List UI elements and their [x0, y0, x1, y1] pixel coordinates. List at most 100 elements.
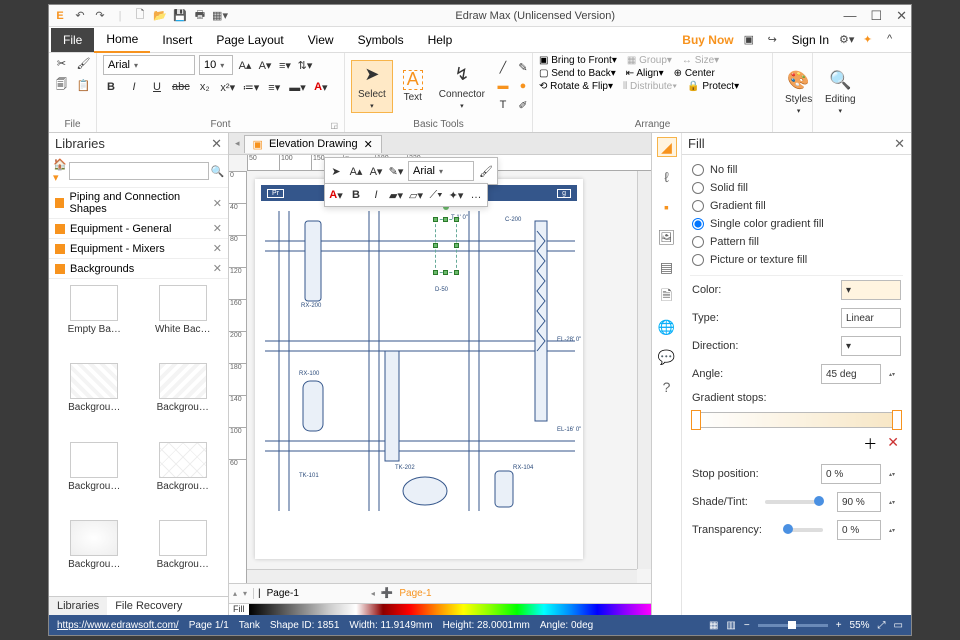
fit-icon[interactable]: ⤢ — [878, 620, 886, 631]
ft-border-icon[interactable]: ▱▾ — [408, 187, 424, 203]
bring-to-front-button[interactable]: ▣ Bring to Front▾ — [539, 55, 617, 66]
pencil-icon[interactable]: ✎ — [515, 59, 531, 75]
library-category[interactable]: Equipment - Mixers✕ — [49, 239, 228, 259]
gradient-stop-handle[interactable] — [691, 410, 701, 430]
radio-no-fill[interactable]: No fill — [692, 161, 901, 179]
add-page-icon[interactable]: ➕ — [381, 588, 393, 599]
tab-page-layout[interactable]: Page Layout — [204, 28, 295, 52]
ft-line-icon[interactable]: ⟋▾ — [428, 187, 444, 203]
ft-shrink-font-icon[interactable]: A▾ — [368, 163, 384, 179]
remove-category-icon[interactable]: ✕ — [213, 222, 222, 235]
zoom-in-icon[interactable]: + — [836, 620, 842, 631]
clipboard-icon[interactable]: 📋 — [76, 77, 92, 93]
grow-font-icon[interactable]: A▴ — [237, 57, 253, 73]
shade-slider[interactable] — [765, 500, 824, 504]
collapse-ribbon-icon[interactable]: ^ — [887, 33, 901, 47]
font-dialog-icon[interactable]: ◲ — [330, 121, 338, 130]
subscript-icon[interactable]: x₂ — [197, 79, 213, 95]
close-libraries-icon[interactable]: ✕ — [211, 136, 222, 152]
radio-solid-fill[interactable]: Solid fill — [692, 179, 901, 197]
tab-scroll-left-icon[interactable]: ◂ — [231, 138, 244, 149]
library-item[interactable]: Backgrou… — [55, 442, 134, 512]
angle-input[interactable]: 45 deg — [821, 364, 881, 384]
save-icon[interactable]: 💾 — [173, 9, 187, 23]
fill-tab-icon[interactable]: ◢ — [657, 137, 677, 157]
library-item[interactable]: Backgrou… — [144, 442, 223, 512]
picture-tab-icon[interactable]: 🖼 — [657, 227, 677, 247]
center-button[interactable]: ⊕ Center — [674, 68, 715, 79]
selected-shape[interactable] — [435, 219, 457, 273]
canvas[interactable]: 50100150×180220 040801201602001801401006… — [229, 155, 651, 583]
radio-gradient-fill[interactable]: Gradient fill — [692, 197, 901, 215]
ft-fill-icon[interactable]: ▰▾ — [388, 187, 404, 203]
trans-input[interactable]: 0 % — [837, 520, 881, 540]
group-button[interactable]: ▦ Group▾ — [627, 55, 672, 66]
ft-bold-icon[interactable]: B — [348, 187, 364, 203]
view-normal-icon[interactable]: ▥ — [726, 620, 735, 631]
gear-icon[interactable]: ⚙▾ — [839, 33, 853, 47]
remove-stop-icon[interactable]: ✕ — [887, 434, 899, 454]
library-item[interactable]: Empty Ba… — [55, 285, 134, 355]
font-color-icon[interactable]: A▾ — [313, 79, 329, 95]
text-shape-icon[interactable]: T — [495, 97, 511, 113]
editing-button[interactable]: 🔍Editing▾ — [819, 66, 862, 117]
tab-symbols[interactable]: Symbols — [346, 28, 416, 52]
ft-font-color-icon[interactable]: A▾ — [328, 187, 344, 203]
undo-icon[interactable]: ↶ — [73, 9, 87, 23]
ft-format-painter-icon[interactable]: 🖌 — [478, 163, 494, 179]
font-name-select[interactable]: Arial — [103, 55, 195, 75]
align-menu-icon[interactable]: ≡▾ — [277, 57, 293, 73]
highlighter-icon[interactable]: ✐ — [515, 97, 531, 113]
angle-spinner[interactable]: ▴▾ — [889, 371, 901, 378]
maximize-icon[interactable]: ☐ — [870, 8, 882, 24]
radio-pattern-fill[interactable]: Pattern fill — [692, 233, 901, 251]
drawing-page[interactable]: Prg — [255, 179, 583, 559]
italic-icon[interactable]: I — [126, 79, 142, 95]
web-tab-icon[interactable]: 🌐 — [657, 317, 677, 337]
ft-tools-icon[interactable]: ✦▾ — [448, 187, 464, 203]
numbering-icon[interactable]: ≡▾ — [266, 79, 282, 95]
tab-insert[interactable]: Insert — [150, 28, 204, 52]
close-fill-panel-icon[interactable]: ✕ — [894, 136, 905, 152]
chat-tab-icon[interactable]: 💬 — [657, 347, 677, 367]
ft-pointer-icon[interactable]: ➤ — [328, 163, 344, 179]
buy-now-link[interactable]: Buy Now — [682, 33, 733, 47]
layout-tab-icon[interactable]: ▤ — [657, 257, 677, 277]
trans-spinner[interactable]: ▴▾ — [889, 527, 901, 534]
library-item[interactable]: White Bac… — [144, 285, 223, 355]
line-shape-icon[interactable]: ╱ — [495, 59, 511, 75]
bullets-icon[interactable]: ≔▾ — [243, 79, 260, 95]
select-tool[interactable]: ➤Select▾ — [351, 60, 393, 113]
home-icon[interactable]: 🏠▾ — [53, 158, 67, 184]
send-to-back-button[interactable]: ▢ Send to Back▾ — [539, 68, 616, 79]
spacing-icon[interactable]: ⇅▾ — [297, 57, 313, 73]
align-button[interactable]: ⇤ Align▾ — [626, 68, 664, 79]
stop-pos-spinner[interactable]: ▴▾ — [889, 471, 901, 478]
tab-view[interactable]: View — [296, 28, 346, 52]
print-icon[interactable]: 🖶 — [193, 9, 207, 23]
ft-grow-font-icon[interactable]: A▴ — [348, 163, 364, 179]
open-icon[interactable]: 📂 — [153, 9, 167, 23]
redo-icon[interactable]: ↷ — [93, 9, 107, 23]
library-item[interactable]: Backgrou… — [55, 520, 134, 590]
library-category[interactable]: Backgrounds✕ — [49, 259, 228, 279]
page-tab-icon[interactable]: 🗎 — [657, 287, 677, 307]
gradient-stop-handle[interactable] — [892, 410, 902, 430]
connector-tool[interactable]: ↯Connector▾ — [433, 61, 491, 112]
type-select[interactable]: Linear — [841, 308, 901, 328]
page-first-icon[interactable]: ▴ — [233, 589, 237, 598]
search-icon[interactable]: 🔍 — [211, 165, 225, 178]
text-tool[interactable]: AText — [397, 68, 429, 105]
status-url[interactable]: https://www.edrawsoft.com/ — [57, 620, 179, 631]
tab-file-recovery[interactable]: File Recovery — [107, 597, 190, 615]
ft-font-select[interactable]: Arial — [408, 161, 474, 181]
ft-more-icon[interactable]: … — [468, 187, 484, 203]
sign-in-link[interactable]: Sign In — [792, 33, 829, 47]
direction-select[interactable]: ▾ — [841, 336, 901, 356]
strike-icon[interactable]: abc — [172, 79, 190, 95]
library-category[interactable]: Piping and Connection Shapes✕ — [49, 188, 228, 219]
tab-home[interactable]: Home — [94, 27, 150, 53]
new-icon[interactable]: 🗋 — [133, 9, 147, 23]
active-page-tab[interactable]: Page-1 — [399, 588, 431, 599]
brand-icon[interactable]: ✦ — [863, 33, 877, 47]
